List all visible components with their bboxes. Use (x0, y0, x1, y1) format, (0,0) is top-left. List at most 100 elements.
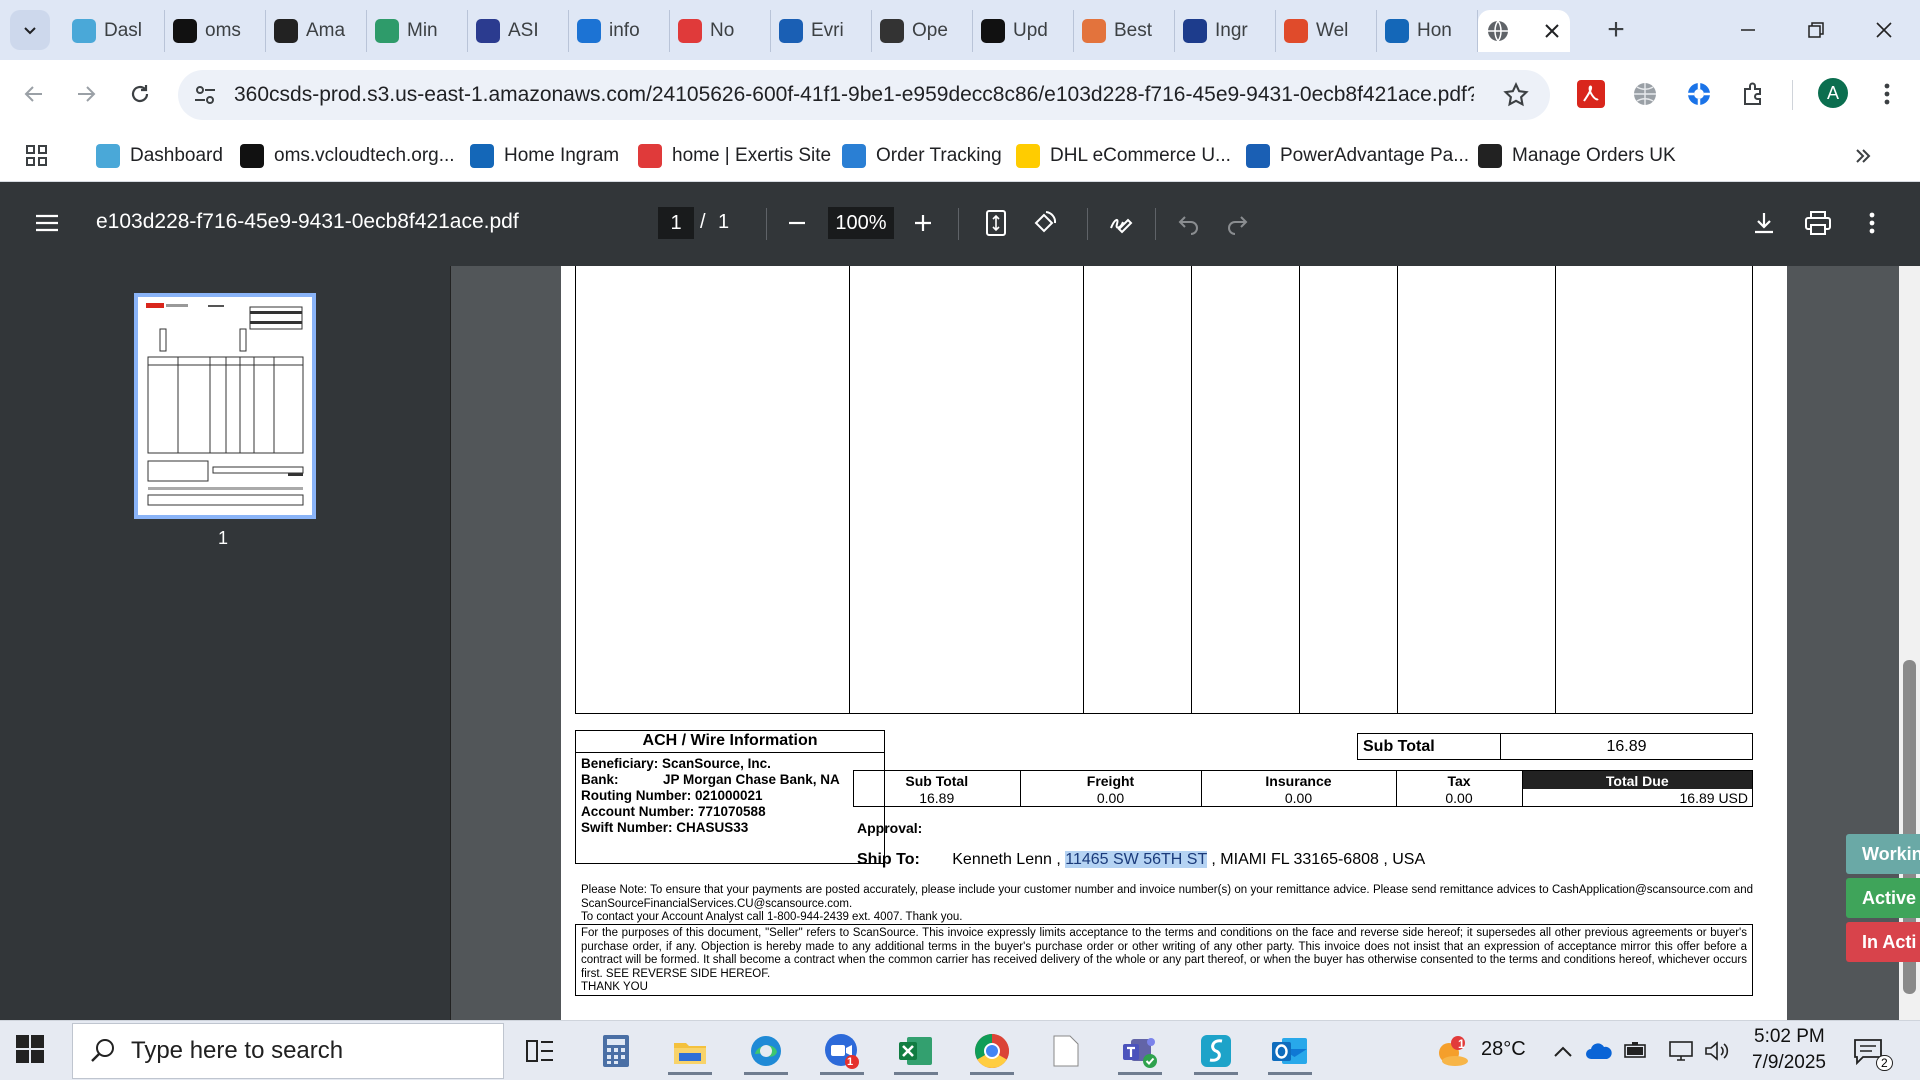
new-tab-button[interactable]: + (1598, 12, 1634, 48)
extension-pdf[interactable] (1574, 77, 1608, 111)
fit-page-button[interactable] (979, 206, 1013, 240)
browser-tab[interactable]: Hon (1377, 10, 1478, 52)
bookmark-item[interactable]: PowerAdvantage Pa... (1246, 142, 1469, 170)
print-button[interactable] (1801, 206, 1835, 240)
weather-widget[interactable]: 1 (1424, 1027, 1480, 1075)
redo-button[interactable] (1220, 206, 1254, 240)
status-widget[interactable]: In Acti (1846, 922, 1920, 962)
account-number: Account Number: 771070588 (581, 804, 766, 819)
status-widget[interactable]: Workin (1846, 834, 1920, 874)
page-number-input[interactable]: 1 (658, 207, 694, 239)
url-text[interactable]: 360csds-prod.s3.us-east-1.amazonaws.com/… (234, 83, 1474, 107)
table-column-divider (1191, 266, 1192, 713)
file-explorer-app[interactable] (662, 1027, 718, 1075)
bookmark-item[interactable]: Home Ingram (470, 142, 619, 170)
network-tray[interactable] (1664, 1027, 1698, 1075)
excel-app[interactable] (888, 1027, 944, 1075)
acrobat-icon (1577, 80, 1605, 108)
profile-avatar[interactable]: A (1818, 78, 1848, 108)
volume-tray[interactable] (1700, 1027, 1734, 1075)
outlook-app[interactable] (1262, 1027, 1318, 1075)
edge-icon (751, 1036, 781, 1066)
totals-header: Insurance (1201, 771, 1397, 789)
browser-tab[interactable]: Min (367, 10, 468, 52)
bookmark-item[interactable]: Order Tracking (842, 142, 1002, 170)
bookmark-star-icon[interactable] (1502, 81, 1530, 109)
teams-app[interactable] (1112, 1027, 1168, 1075)
zoom-in-button[interactable] (906, 206, 940, 240)
browser-tab[interactable]: oms (165, 10, 266, 52)
rotate-button[interactable] (1027, 206, 1061, 240)
status-widget[interactable]: Active (1846, 878, 1920, 918)
bookmark-item[interactable]: Dashboard (96, 142, 223, 170)
task-view-button[interactable] (512, 1027, 568, 1075)
bookmark-item[interactable]: oms.vcloudtech.org... (240, 142, 455, 170)
onedrive-tray[interactable] (1582, 1027, 1616, 1075)
calculator-app[interactable] (588, 1027, 644, 1075)
sidebar-menu-button[interactable] (30, 206, 64, 240)
browser-tab[interactable]: Ingr (1175, 10, 1276, 52)
chrome-menu-button[interactable] (1870, 77, 1904, 111)
clock-date[interactable]: 7/9/2025 (1752, 1052, 1826, 1074)
notification-center[interactable]: 2 (1842, 1027, 1894, 1075)
script-app[interactable] (1188, 1027, 1244, 1075)
approval-label: Approval: (857, 820, 923, 836)
chrome-app[interactable] (964, 1027, 1020, 1075)
zoom-app[interactable]: 1 (814, 1027, 870, 1075)
tab-search-button[interactable] (10, 10, 50, 50)
notepad-app[interactable] (1038, 1027, 1094, 1075)
close-window-button[interactable] (1856, 8, 1912, 52)
extension-helper[interactable] (1682, 77, 1716, 111)
address-bar[interactable]: 360csds-prod.s3.us-east-1.amazonaws.com/… (178, 70, 1550, 120)
apps-button[interactable] (26, 142, 48, 170)
annotate-button[interactable] (1104, 206, 1138, 240)
site-settings-icon[interactable] (192, 82, 218, 108)
close-tab-icon[interactable] (1544, 23, 1560, 39)
edge-app[interactable] (738, 1027, 794, 1075)
more-bookmarks-button[interactable] (1854, 142, 1872, 170)
temperature[interactable]: 28°C (1481, 1038, 1526, 1061)
browser-tab[interactable]: Best (1074, 10, 1175, 52)
windows-taskbar: Type here to search 1 1 28°C 5:02 PM 7/9… (0, 1020, 1920, 1080)
browser-tab[interactable]: Ama (266, 10, 367, 52)
zoom-input[interactable]: 100% (828, 207, 894, 239)
toolbar-divider (1792, 80, 1793, 110)
extension-globe[interactable] (1628, 77, 1662, 111)
pdf-page: ACH / Wire Information Beneficiary: Scan… (561, 266, 1787, 1020)
browser-tab[interactable]: Upd (973, 10, 1074, 52)
ship-to-street-selected[interactable]: 11465 SW 56TH ST (1065, 851, 1207, 868)
browser-tab[interactable]: No (670, 10, 771, 52)
battery-tray[interactable] (1618, 1027, 1652, 1075)
bookmark-label: oms.vcloudtech.org... (274, 145, 455, 166)
browser-tab[interactable]: Evri (771, 10, 872, 52)
minimize-button[interactable] (1720, 8, 1776, 52)
browser-tab[interactable]: Dasl (64, 10, 165, 52)
zoom-out-button[interactable] (780, 206, 814, 240)
browser-tab[interactable]: info (569, 10, 670, 52)
start-button[interactable] (16, 1035, 48, 1067)
browser-tab[interactable]: Wel (1276, 10, 1377, 52)
exertis-icon (678, 19, 702, 43)
bookmark-item[interactable]: Manage Orders UK (1478, 142, 1676, 170)
back-button[interactable] (14, 74, 54, 114)
remittance-note-text: Please Note: To ensure that your payment… (581, 884, 1753, 910)
bookmark-item[interactable]: DHL eCommerce U... (1016, 142, 1231, 170)
browser-tab-active[interactable] (1478, 10, 1570, 52)
undo-icon (1178, 216, 1198, 235)
download-button[interactable] (1747, 206, 1781, 240)
clock-time[interactable]: 5:02 PM (1754, 1026, 1825, 1048)
forward-button[interactable] (66, 74, 106, 114)
browser-tab[interactable]: Ope (872, 10, 973, 52)
taskbar-search[interactable]: Type here to search (72, 1023, 504, 1079)
tab-strip: Dasl oms Ama Min ASI info No Evri Ope Upd Best Ingr… (0, 0, 1920, 60)
reload-button[interactable] (120, 74, 160, 114)
extensions-button[interactable] (1736, 77, 1770, 111)
browser-tab[interactable]: ASI (468, 10, 569, 52)
draw-icon (1110, 218, 1133, 234)
bookmark-item[interactable]: home | Exertis Site (638, 142, 831, 170)
restore-button[interactable] (1788, 8, 1844, 52)
tray-overflow-button[interactable] (1546, 1027, 1580, 1075)
pdf-more-button[interactable] (1855, 206, 1889, 240)
page-thumbnail[interactable] (134, 293, 316, 519)
undo-button[interactable] (1172, 206, 1206, 240)
